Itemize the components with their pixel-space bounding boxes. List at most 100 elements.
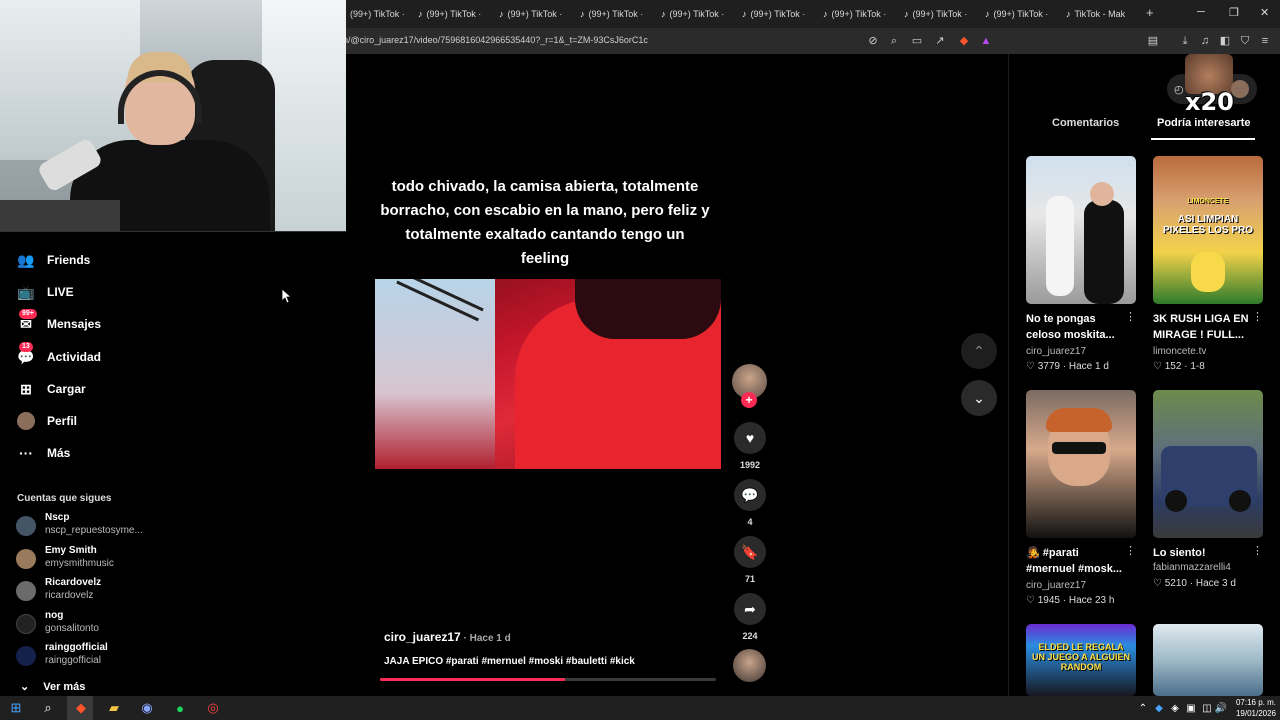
messages-badge: 99+ xyxy=(19,309,37,319)
sidebar-item-upload[interactable]: ⊞ Cargar xyxy=(17,378,86,400)
sidebar-toggle-icon[interactable]: ▤ xyxy=(1145,33,1161,49)
following-account[interactable]: nog gonsalitonto xyxy=(16,610,166,638)
media-icon[interactable]: ♫ xyxy=(1197,33,1213,49)
account-avatar xyxy=(16,549,36,569)
tiktok-icon: ♪ xyxy=(1066,9,1071,19)
more-options-icon[interactable]: ⋮ xyxy=(1252,310,1263,323)
see-more-button[interactable]: ⌄ Ver más xyxy=(20,680,85,694)
bookmark-icon: 🔖 xyxy=(741,543,759,560)
live-icon: 📺 xyxy=(17,283,35,300)
sidebar-item-friends[interactable]: 👥 Friends xyxy=(17,249,90,271)
following-account[interactable]: Ricardovelz ricardovelz xyxy=(16,577,166,605)
video-description: JAJA EPICO #parati #mernuel #moski #baul… xyxy=(384,656,635,667)
like-count: 1992 xyxy=(739,460,761,470)
account-avatar xyxy=(16,581,36,601)
video-caption: todo chivado, la camisa abierta, totalme… xyxy=(380,178,710,267)
video-time: · Hace 1 d xyxy=(460,633,511,644)
browser-tab[interactable]: ♪ (99+) TikTok · xyxy=(904,6,976,22)
following-account[interactable]: Emy Smith emysmithmusic xyxy=(16,545,166,573)
browser-tab[interactable]: ♪ (99+) TikTok · xyxy=(580,6,652,22)
video-progress-bar[interactable] xyxy=(380,678,716,681)
tiktok-icon: ♪ xyxy=(499,9,504,19)
brave-rewards-icon[interactable]: ▲ xyxy=(978,33,994,49)
zoom-icon[interactable]: ⌕ xyxy=(886,33,902,49)
tiktok-icon: ♪ xyxy=(742,9,747,19)
search-icon[interactable]: ⌕ xyxy=(39,699,57,717)
brave-shields-icon[interactable]: ◆ xyxy=(956,33,972,49)
minimize-icon[interactable]: ─ xyxy=(1197,6,1205,18)
new-tab-button[interactable]: + xyxy=(1146,5,1154,20)
browser-tab[interactable]: ♪ (99+) TikTok · xyxy=(499,6,571,22)
more-options-icon[interactable]: ⋮ xyxy=(1252,544,1263,557)
following-account[interactable]: rainggofficial rainggofficial xyxy=(16,642,166,670)
share-arrow-icon: ➦ xyxy=(744,600,756,617)
activity-icon: 💬 13 xyxy=(17,342,35,365)
previous-video-button[interactable]: ⌃ xyxy=(961,333,997,369)
brave-browser-icon[interactable]: ◆ xyxy=(72,699,90,717)
url-field[interactable]: n/@ciro_juarez17/video/75968160429665354… xyxy=(343,35,648,45)
video-thumbnail: ELDED LE REGALA UN JUEGO A ALGUIEN RANDO… xyxy=(1026,624,1136,696)
browser-tab[interactable]: ♪ (99+) TikTok · xyxy=(823,6,895,22)
tiktok-icon: ♪ xyxy=(661,9,666,19)
save-count: 71 xyxy=(744,574,755,584)
video-author[interactable]: ciro_juarez17 · Hace 1 d xyxy=(384,630,511,644)
windows-taskbar xyxy=(0,696,1280,720)
video-thumbnail: LIMONCETE ASI LIMPIAN PIXELES LOS PRO xyxy=(1153,156,1263,304)
discord-icon[interactable]: ◉ xyxy=(138,699,156,717)
file-explorer-icon[interactable]: ▰ xyxy=(105,699,123,717)
restore-icon[interactable]: ❐ xyxy=(1229,6,1239,19)
tab-comments[interactable]: Comentarios xyxy=(1052,117,1119,129)
user-avatar[interactable] xyxy=(1231,80,1249,98)
close-icon[interactable]: ✕ xyxy=(1260,6,1269,19)
following-account[interactable]: Nscp nscp_repuestosyme... xyxy=(16,512,166,540)
chevron-down-icon: ⌄ xyxy=(20,681,30,693)
downloads-icon[interactable]: ⤓ xyxy=(1177,33,1193,49)
video-thumbnail xyxy=(1026,390,1136,538)
browser-tab[interactable]: ♪ (99+) TikTok · xyxy=(661,6,733,22)
windows-start-icon[interactable]: ⊞ xyxy=(7,699,25,717)
account-avatar xyxy=(16,614,36,634)
webcam-overlay xyxy=(0,0,346,232)
more-options-icon[interactable]: ⋮ xyxy=(1125,544,1136,557)
vpn-shield-icon[interactable]: ⛉ xyxy=(1237,33,1253,49)
sidebar-item-live[interactable]: 📺 LIVE xyxy=(17,281,73,303)
split-view-icon[interactable]: ◧ xyxy=(1217,33,1233,49)
sidebar-item-messages[interactable]: ✉ 99+ Mensajes xyxy=(17,309,101,335)
sidebar-item-activity[interactable]: 💬 13 Actividad xyxy=(17,342,101,368)
browser-tab[interactable]: ♪ (99+) TikTok · xyxy=(742,6,814,22)
browser-tab[interactable]: ♪ (99+) TikTok · xyxy=(418,6,490,22)
taskbar-clock[interactable]: 07:16 p. m. 19/01/2026 xyxy=(1228,697,1276,719)
browser-tab-active[interactable]: ♪ TikTok - Mak xyxy=(1066,6,1132,22)
comment-button[interactable]: 💬 xyxy=(734,479,766,511)
video-frame-shadow xyxy=(575,279,721,339)
next-video-button[interactable]: ⌄ xyxy=(961,380,997,416)
tab-you-may-like[interactable]: Podría interesarte xyxy=(1157,117,1251,129)
mute-tab-icon[interactable]: ⊘ xyxy=(865,33,881,49)
tiktok-icon: ♪ xyxy=(580,9,585,19)
chevron-down-icon: ⌄ xyxy=(973,389,985,406)
browser-tab[interactable]: ♪ (99+) TikTok · xyxy=(985,6,1057,22)
more-options-icon[interactable]: ⋮ xyxy=(1125,310,1136,323)
share-icon[interactable]: ↗ xyxy=(932,33,948,49)
menu-icon[interactable]: ≡ xyxy=(1257,33,1273,49)
video-player[interactable] xyxy=(375,279,721,469)
cast-icon[interactable]: ▭ xyxy=(909,33,925,49)
like-button[interactable]: ♥ xyxy=(734,422,766,454)
friends-icon: 👥 xyxy=(17,251,35,268)
more-icon: ··· xyxy=(19,445,33,461)
upload-icon: ⊞ xyxy=(20,380,32,397)
share-button[interactable]: ➦ xyxy=(734,593,766,625)
webcam-desk xyxy=(0,200,120,231)
spotify-icon[interactable]: ● xyxy=(171,699,189,717)
follow-plus-button[interactable]: + xyxy=(741,392,757,408)
obs-icon[interactable]: ◎ xyxy=(204,699,222,717)
sidebar-item-profile[interactable]: Perfil xyxy=(17,410,77,432)
following-section-title: Cuentas que sigues xyxy=(17,493,112,504)
account-avatar xyxy=(16,516,36,536)
sidebar-item-more[interactable]: ··· Más xyxy=(17,442,70,464)
comment-icon: 💬 xyxy=(741,486,759,503)
video-thumbnail xyxy=(1153,624,1263,696)
save-button[interactable]: 🔖 xyxy=(734,536,766,568)
browser-tab[interactable]: (99+) TikTok · xyxy=(350,6,422,22)
music-disc-icon[interactable] xyxy=(733,649,766,682)
